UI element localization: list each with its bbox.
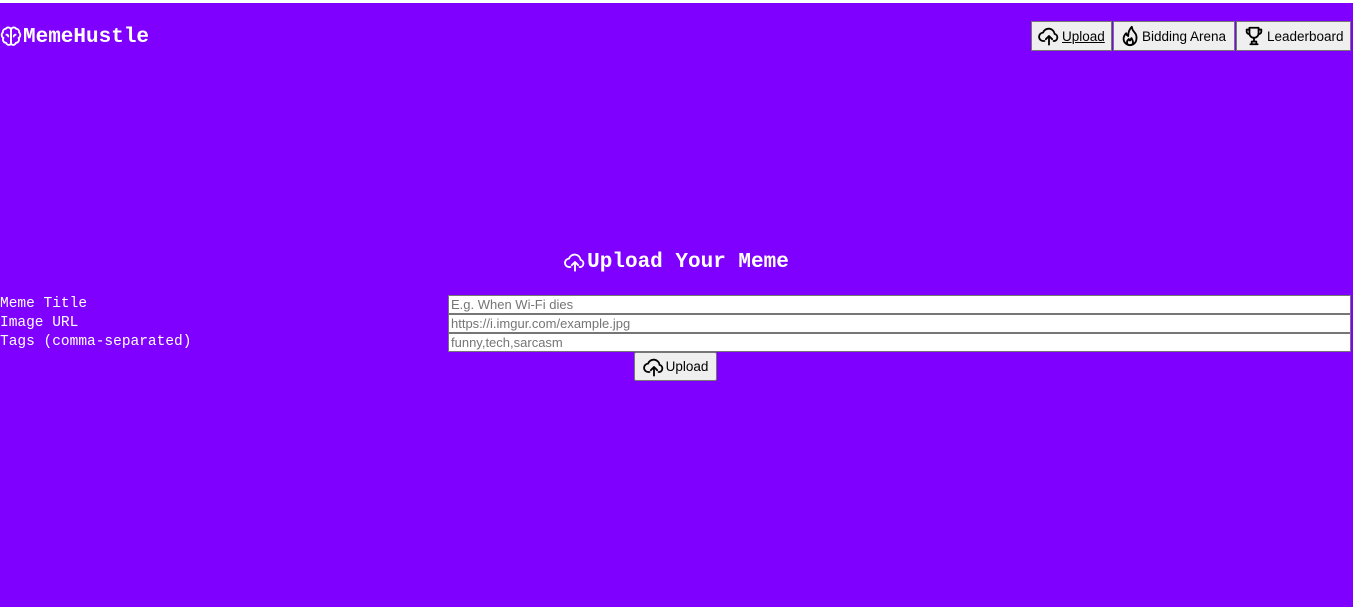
cloud-upload-icon [564, 251, 586, 273]
image-url-label: Image URL [0, 315, 79, 331]
brain-icon [0, 26, 22, 48]
tags-label: Tags (comma-separated) [0, 334, 192, 350]
brand-name: MemeHustle [23, 25, 150, 49]
flame-icon [1120, 25, 1140, 47]
nav-leaderboard-button[interactable]: Leaderboard [1236, 21, 1351, 51]
image-url-input[interactable] [448, 314, 1351, 333]
top-nav: Upload Bidding Arena Leaderboard [1031, 21, 1351, 51]
brand-logo: MemeHustle [0, 24, 149, 50]
meme-title-label: Meme Title [0, 296, 88, 312]
upload-submit-button[interactable]: Upload [634, 352, 717, 381]
nav-bidding-arena-button[interactable]: Bidding Arena [1113, 21, 1235, 51]
nav-bidding-arena-label: Bidding Arena [1142, 28, 1227, 44]
app-background: MemeHustle Upload Bidding Arena Leaderbo… [0, 3, 1353, 607]
tags-input[interactable] [448, 333, 1351, 352]
form-row-image-url: Image URL [0, 314, 1353, 333]
cloud-upload-icon [1038, 26, 1060, 46]
nav-leaderboard-label: Leaderboard [1267, 28, 1344, 44]
upload-submit-label: Upload [665, 359, 709, 374]
cloud-upload-icon [642, 357, 665, 377]
form-row-title: Meme Title [0, 295, 1353, 314]
meme-title-input[interactable] [448, 295, 1351, 314]
form-row-tags: Tags (comma-separated) [0, 333, 1353, 352]
nav-upload-button[interactable]: Upload [1031, 21, 1112, 51]
page-title: Upload Your Meme [0, 249, 1353, 275]
trophy-icon [1243, 25, 1265, 47]
nav-upload-label: Upload [1062, 28, 1105, 44]
page-title-text: Upload Your Meme [587, 250, 789, 274]
